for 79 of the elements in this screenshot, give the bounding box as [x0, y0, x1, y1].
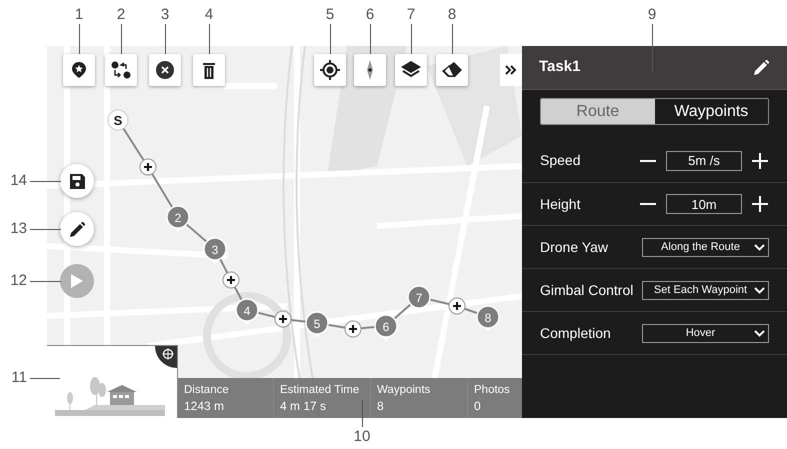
- play-icon: [71, 274, 83, 288]
- add-point-icon[interactable]: [274, 310, 292, 328]
- eraser-icon: [442, 62, 462, 78]
- locate-icon: [320, 60, 340, 80]
- waypoint-marker[interactable]: 3: [203, 237, 227, 264]
- plus-icon: [752, 152, 768, 168]
- compass-needle-button[interactable]: [354, 54, 386, 86]
- trash-button[interactable]: [193, 54, 225, 86]
- callout-number: 1: [74, 7, 84, 22]
- location-pin-icon: [72, 62, 86, 78]
- setting-label: Gimbal Control: [540, 280, 634, 300]
- callout-number: 8: [446, 7, 458, 22]
- setting-label: Speed: [540, 151, 582, 170]
- stat-label: Waypoints: [377, 383, 432, 397]
- stat-value: 4 m 17 s: [280, 399, 328, 413]
- plus-icon: [752, 196, 768, 212]
- pencil-icon: [754, 60, 768, 75]
- start-end-swap-button[interactable]: [105, 54, 137, 86]
- add-point-icon[interactable]: [448, 298, 466, 314]
- chevron-down-icon: [754, 286, 765, 294]
- minus-icon: [640, 160, 656, 162]
- close-button[interactable]: [149, 54, 181, 86]
- callout-number: 3: [160, 7, 170, 22]
- callout-number: 7: [406, 7, 416, 22]
- callout-number: 2: [116, 7, 126, 22]
- target-icon[interactable]: [155, 346, 177, 368]
- compass-needle-icon: [367, 60, 373, 80]
- callout-number: 6: [364, 7, 376, 22]
- value-field[interactable]: 5m /s: [666, 150, 742, 170]
- waypoint-marker[interactable]: 5: [305, 311, 329, 338]
- stat-value: 0: [474, 399, 482, 413]
- pencil-icon: [70, 222, 84, 236]
- task-title: Task1: [539, 57, 580, 78]
- stat-label: Photos: [474, 383, 511, 397]
- callout-number: 12: [9, 273, 27, 288]
- callout-number: 5: [324, 7, 336, 22]
- callout-number: 9: [646, 7, 658, 22]
- dropdown[interactable]: Along the Route: [642, 238, 769, 256]
- increase-button[interactable]: [751, 195, 769, 213]
- double-chevron-icon: [505, 65, 517, 75]
- callout-number: 4: [204, 7, 214, 22]
- stat-value: 8: [377, 399, 385, 413]
- callout-number: 10: [352, 429, 372, 444]
- eraser-button[interactable]: [436, 54, 468, 86]
- waypoint-marker[interactable]: 8: [476, 305, 500, 332]
- dropdown[interactable]: Hover: [642, 324, 769, 342]
- minus-icon: [640, 203, 656, 205]
- setting-label: Completion: [540, 324, 612, 343]
- collapse-panel-button[interactable]: [500, 54, 522, 86]
- waypoint-marker[interactable]: 6: [374, 314, 398, 341]
- rename-button[interactable]: [752, 58, 770, 76]
- layers-button[interactable]: [395, 54, 427, 86]
- dropdown[interactable]: Set Each Waypoint: [642, 280, 769, 300]
- stat-label: Estimated Time: [280, 383, 360, 397]
- waypoint-marker[interactable]: 2: [166, 205, 190, 232]
- stat-value: 1243 m: [184, 399, 226, 413]
- layers-icon: [401, 61, 421, 79]
- close-icon: [156, 61, 174, 79]
- segment-tab[interactable]: Route: [541, 99, 654, 124]
- start-marker[interactable]: S: [108, 110, 128, 130]
- increase-button[interactable]: [751, 152, 769, 170]
- add-point-icon[interactable]: [344, 320, 362, 338]
- setting-label: Drone Yaw: [540, 238, 609, 256]
- stat-label: Distance: [184, 383, 230, 397]
- start-end-swap-icon: [111, 61, 131, 79]
- location-pin-button[interactable]: [63, 54, 95, 86]
- waypoint-marker[interactable]: 4: [235, 298, 259, 325]
- chevron-down-icon: [754, 244, 765, 250]
- locate-button[interactable]: [314, 54, 346, 86]
- trash-icon: [203, 62, 215, 78]
- add-point-icon[interactable]: [140, 158, 156, 176]
- callout-number: 11: [10, 370, 27, 385]
- camera-preview[interactable]: [47, 345, 178, 418]
- value-field[interactable]: 10m: [666, 194, 742, 214]
- callout-number: 13: [9, 221, 27, 236]
- setting-label: Height: [540, 194, 582, 214]
- chevron-down-icon: [754, 330, 765, 336]
- callout-number: 14: [9, 173, 27, 188]
- add-point-icon[interactable]: [222, 272, 240, 288]
